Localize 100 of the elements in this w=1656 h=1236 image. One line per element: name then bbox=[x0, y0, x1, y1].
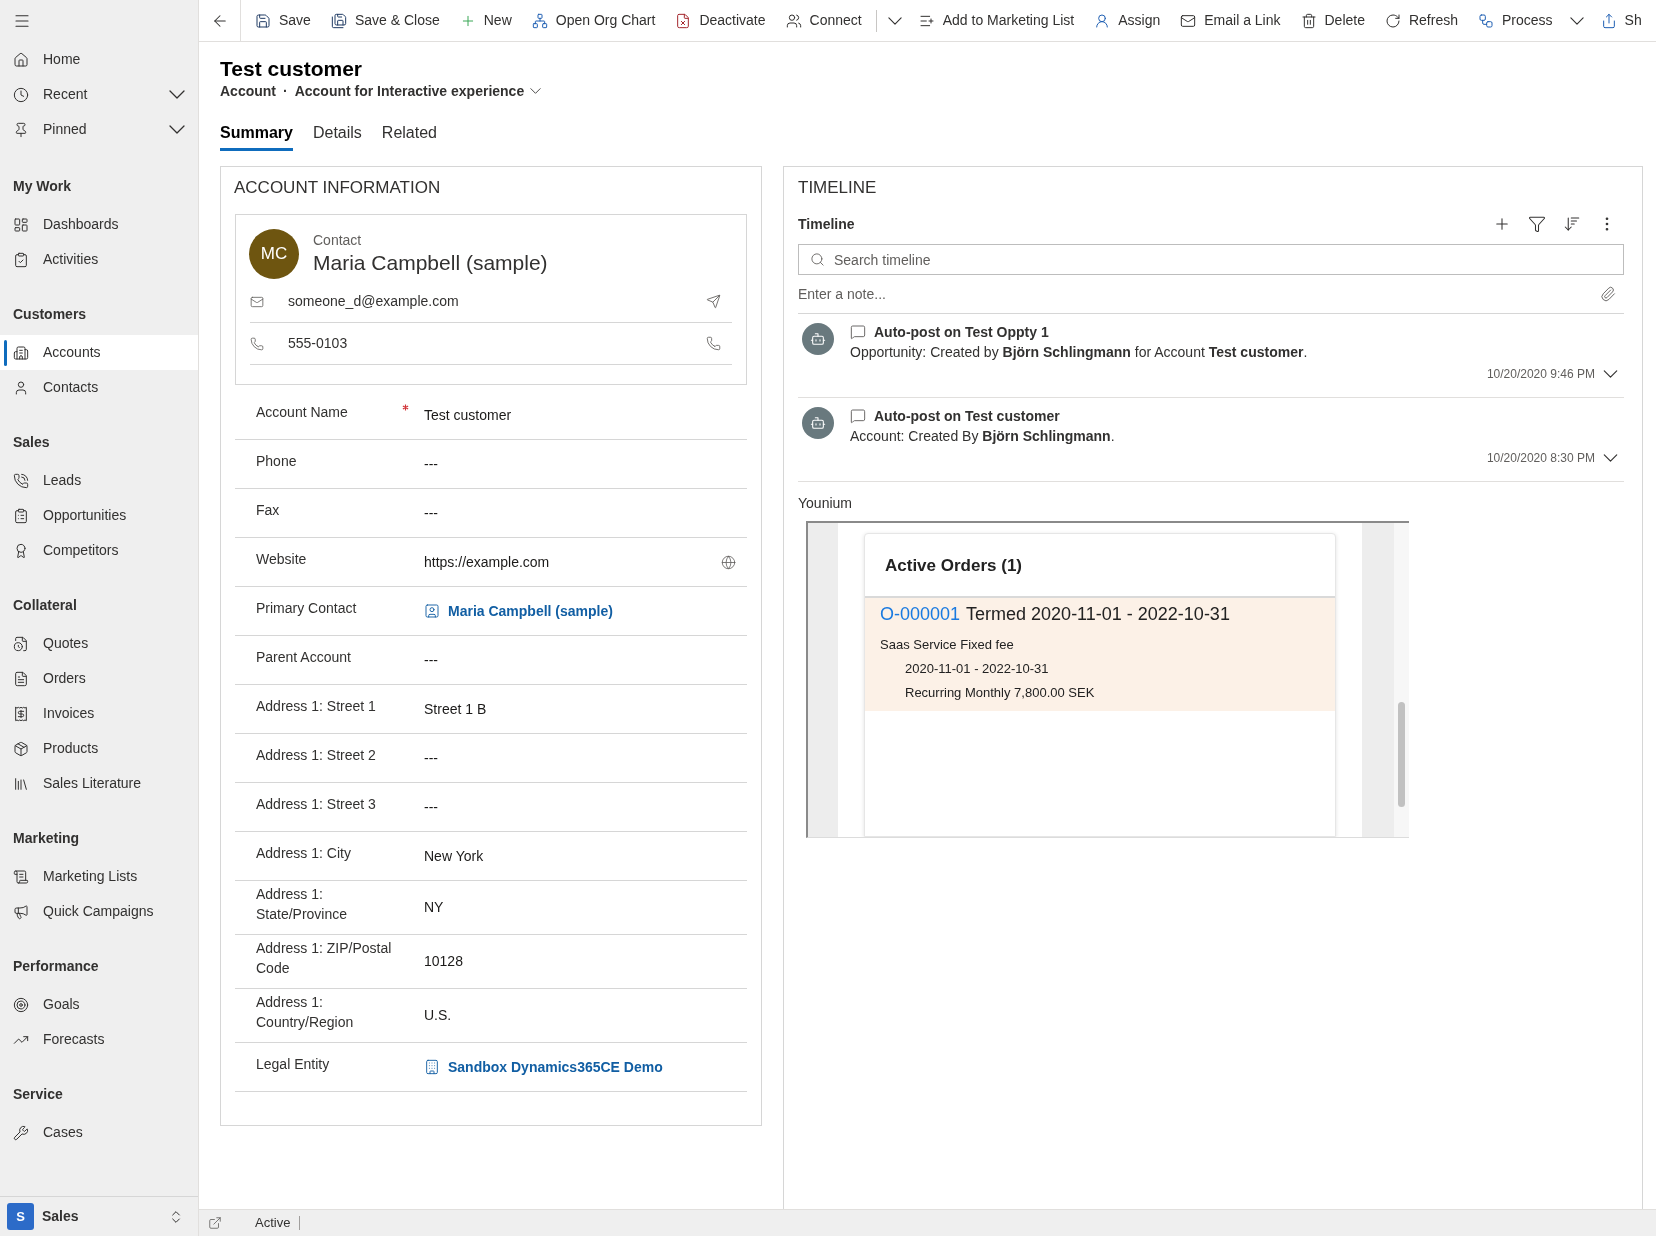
toolbar-button[interactable]: Deactivate bbox=[665, 0, 776, 41]
bot-avatar-icon bbox=[802, 407, 834, 439]
toolbar-button[interactable]: Save bbox=[245, 0, 321, 41]
org-chart-icon bbox=[531, 12, 548, 29]
paperclip-icon[interactable] bbox=[1600, 286, 1616, 302]
globe-icon[interactable] bbox=[721, 554, 736, 570]
toolbar-button[interactable]: New bbox=[449, 0, 522, 41]
tab[interactable]: Details bbox=[312, 122, 362, 151]
nav-item[interactable]: Opportunities bbox=[0, 498, 198, 533]
nav-item[interactable]: Cases bbox=[0, 1115, 198, 1150]
house-icon bbox=[13, 51, 29, 68]
toolbar-button[interactable]: Email a Link bbox=[1170, 0, 1291, 41]
toolbar-button[interactable]: Sh bbox=[1590, 0, 1652, 41]
dashboard-icon bbox=[13, 216, 29, 233]
nav-item[interactable]: Dashboards bbox=[0, 207, 198, 242]
toolbar-button[interactable]: Refresh bbox=[1374, 0, 1468, 41]
toolbar-button[interactable]: Connect bbox=[775, 0, 872, 41]
lookup-link[interactable]: Sandbox Dynamics365CE Demo bbox=[424, 1056, 663, 1078]
nav-item[interactable]: Recent bbox=[0, 77, 198, 112]
lookup-link[interactable]: Maria Campbell (sample) bbox=[424, 600, 613, 622]
note-field[interactable]: Enter a note... bbox=[798, 279, 1600, 309]
megaphone-icon bbox=[13, 903, 29, 920]
toolbar-button[interactable]: Assign bbox=[1084, 0, 1171, 41]
field-value: --- bbox=[424, 454, 438, 474]
nav-item[interactable]: Quick Campaigns bbox=[0, 894, 198, 929]
card-title: Active Orders (1) bbox=[885, 555, 1022, 578]
clipboard-check-icon bbox=[13, 251, 29, 268]
chevron-down-icon bbox=[887, 16, 902, 25]
post-text: Opportunity: Created by Björn Schlingmann for Account Test customer. bbox=[850, 343, 1308, 362]
nav-item[interactable]: Orders bbox=[0, 661, 198, 696]
field-value: --- bbox=[424, 748, 438, 768]
nav-section-title: Sales bbox=[12, 432, 51, 452]
receipt-icon bbox=[13, 705, 29, 722]
selection-bar bbox=[4, 339, 7, 366]
post-time: 10/20/2020 8:30 PM bbox=[1486, 450, 1595, 467]
phone-icon[interactable] bbox=[706, 336, 721, 351]
person-icon bbox=[13, 379, 29, 396]
search-field[interactable]: Search timeline bbox=[798, 244, 1624, 275]
form-selector[interactable]: Account for Interactive experience bbox=[294, 82, 542, 100]
area-badge: S bbox=[7, 1203, 34, 1230]
nav-item[interactable]: Products bbox=[0, 731, 198, 766]
area-switcher[interactable]: S Sales bbox=[0, 1196, 198, 1236]
filter-icon[interactable] bbox=[1528, 215, 1546, 233]
library-icon bbox=[13, 775, 29, 792]
envelope-icon bbox=[1180, 12, 1197, 29]
nav-item[interactable]: Competitors bbox=[0, 533, 198, 568]
field-value: Test customer bbox=[424, 405, 512, 425]
field-value: --- bbox=[424, 797, 438, 817]
nav-item[interactable]: Pinned bbox=[0, 112, 198, 147]
nav-section-title: Service bbox=[12, 1084, 64, 1104]
order-price: Recurring Monthly 7,800.00 SEK bbox=[905, 684, 1095, 702]
scrollbar-thumb[interactable] bbox=[1398, 702, 1405, 807]
field-value: https://example.com bbox=[424, 552, 550, 572]
toolbar-button[interactable]: Save & Close bbox=[320, 0, 450, 41]
order-link[interactable]: O-000001 bbox=[880, 600, 961, 628]
toolbar-button[interactable]: Open Org Chart bbox=[521, 0, 666, 41]
post-time: 10/20/2020 9:46 PM bbox=[1486, 366, 1595, 383]
external-link-icon[interactable] bbox=[208, 1216, 222, 1230]
avatar-initials: MC bbox=[249, 229, 299, 279]
scroll-icon bbox=[13, 868, 29, 885]
chevron-down-icon[interactable] bbox=[1603, 454, 1618, 462]
nav-item[interactable]: Accounts bbox=[0, 335, 198, 370]
nav-item[interactable]: Goals bbox=[0, 987, 198, 1022]
nav-section-title: Collateral bbox=[12, 595, 78, 615]
nav-item[interactable]: Sales Literature bbox=[0, 766, 198, 801]
search-icon bbox=[810, 252, 825, 267]
chat-bubble-icon bbox=[850, 408, 866, 424]
nav-item[interactable]: Quotes bbox=[0, 626, 198, 661]
sort-icon[interactable] bbox=[1563, 215, 1581, 233]
send-icon[interactable] bbox=[706, 294, 721, 309]
field-label: Address 1: State/Province bbox=[256, 885, 349, 924]
plus-icon[interactable] bbox=[1493, 215, 1511, 233]
field-label: Primary Contact bbox=[256, 598, 358, 618]
chevron-down-icon bbox=[1569, 16, 1584, 25]
field-label: Address 1: Street 2 bbox=[256, 745, 377, 765]
tab[interactable]: Related bbox=[381, 122, 437, 151]
nav-item[interactable]: Forecasts bbox=[0, 1022, 198, 1057]
nav-section-title: Customers bbox=[12, 304, 88, 324]
nav-item[interactable]: Contacts bbox=[0, 370, 198, 405]
toolbar-button[interactable]: Add to Marketing List bbox=[908, 0, 1085, 41]
toolbar-button[interactable]: Delete bbox=[1290, 0, 1375, 41]
contact-caption: Contact bbox=[313, 231, 363, 249]
tab[interactable]: Summary bbox=[220, 122, 293, 151]
field-label: Address 1: Street 3 bbox=[256, 794, 377, 814]
order-period: 2020-11-01 - 2022-10-31 bbox=[905, 660, 1049, 678]
nav-item[interactable]: Home bbox=[0, 42, 198, 77]
wrench-icon bbox=[13, 1124, 29, 1141]
phone-value: 555-0103 bbox=[288, 334, 348, 353]
chevron-down-icon[interactable] bbox=[1603, 370, 1618, 378]
nav-section-title: My Work bbox=[12, 176, 73, 196]
email-value: someone_d@example.com bbox=[288, 292, 459, 311]
field-label: Address 1: ZIP/Postal Code bbox=[256, 939, 393, 978]
nav-item[interactable]: Activities bbox=[0, 242, 198, 277]
field-label: Parent Account bbox=[256, 647, 352, 667]
nav-item[interactable]: Invoices bbox=[0, 696, 198, 731]
field-label: Address 1: City bbox=[256, 843, 352, 863]
nav-item[interactable]: Marketing Lists bbox=[0, 859, 198, 894]
toolbar-button[interactable]: Process bbox=[1468, 0, 1563, 41]
field-value: NY bbox=[424, 898, 444, 917]
nav-item[interactable]: Leads bbox=[0, 463, 198, 498]
